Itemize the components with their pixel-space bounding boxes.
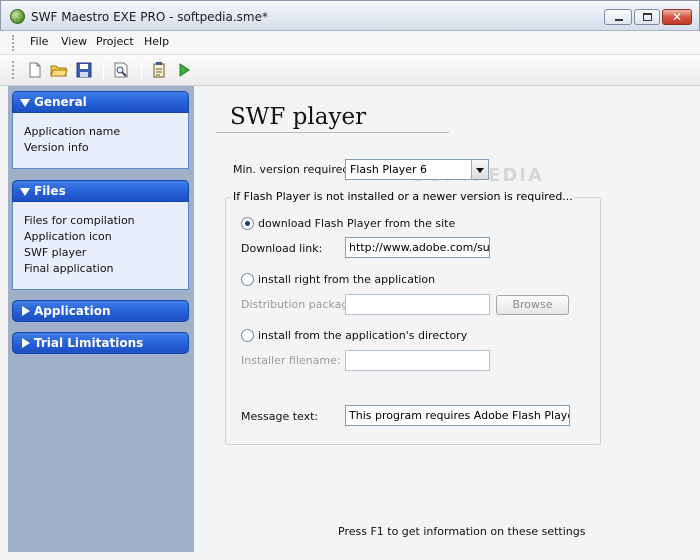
page-title: SWF player [230, 104, 367, 130]
min-version-select[interactable]: Flash Player 6 [345, 159, 489, 180]
panel-header-application[interactable]: Application [12, 300, 189, 322]
menu-file[interactable]: File [30, 35, 48, 48]
message-text-input[interactable]: This program requires Adobe Flash Player… [345, 405, 570, 426]
new-icon[interactable] [26, 61, 44, 79]
chevron-down-icon [20, 99, 30, 107]
min-version-value: Flash Player 6 [350, 163, 428, 176]
group-caption: If Flash Player is not installed or a ne… [231, 190, 575, 203]
title-divider [216, 132, 449, 133]
panel-title: Application [34, 304, 111, 318]
panel-header-general[interactable]: General [12, 91, 189, 113]
sidebar-item-files-for-compilation[interactable]: Files for compilation [24, 214, 135, 227]
browse-button[interactable]: Browse [496, 295, 569, 315]
panel-body-files: Files for compilation Application icon S… [12, 202, 189, 290]
print-preview-icon[interactable] [112, 61, 130, 79]
run-icon[interactable] [175, 61, 193, 79]
download-link-input[interactable]: http://www.adobe.com/supp [345, 237, 490, 258]
menubar-grip [12, 35, 15, 51]
maximize-icon [643, 13, 652, 21]
chevron-right-icon [22, 306, 30, 316]
app-icon [10, 9, 25, 24]
sidebar-item-application-name[interactable]: Application name [24, 125, 120, 138]
open-folder-icon[interactable] [50, 61, 68, 79]
sidebar-item-final-application[interactable]: Final application [24, 262, 114, 275]
sidebar: General Application name Version info Fi… [8, 86, 194, 552]
panel-title: Trial Limitations [34, 336, 144, 350]
close-icon: ✕ [672, 10, 683, 24]
minimize-icon [615, 19, 623, 21]
menu-project[interactable]: Project [96, 35, 134, 48]
radio-download-from-site[interactable] [241, 217, 254, 230]
toolbar [0, 55, 700, 86]
toolbar-separator [141, 60, 142, 80]
download-link-label: Download link: [241, 242, 323, 255]
download-link-value: http://www.adobe.com/supp [349, 241, 490, 254]
help-hint: Press F1 to get information on these set… [338, 525, 586, 538]
panel-header-files[interactable]: Files [12, 180, 189, 202]
toolbar-grip [12, 61, 15, 79]
radio-download-label[interactable]: download Flash Player from the site [258, 217, 455, 230]
menu-view[interactable]: View [61, 35, 87, 48]
radio-install-from-application[interactable] [241, 273, 254, 286]
toolbar-separator [103, 60, 104, 80]
radio-install-app-label[interactable]: install right from the application [258, 273, 435, 286]
panel-title: Files [34, 184, 66, 198]
minimize-button[interactable] [604, 9, 632, 25]
sidebar-item-version-info[interactable]: Version info [24, 141, 89, 154]
menu-help[interactable]: Help [144, 35, 169, 48]
maximize-button[interactable] [634, 9, 660, 25]
menu-bar: File View Project Help [0, 31, 700, 55]
installer-filename-input[interactable] [345, 350, 490, 371]
close-button[interactable]: ✕ [662, 9, 692, 25]
window-title: SWF Maestro EXE PRO - softpedia.sme* [31, 10, 269, 24]
message-text-label: Message text: [241, 410, 319, 423]
min-version-label: Min. version required: [233, 163, 354, 176]
sidebar-item-application-icon[interactable]: Application icon [24, 230, 112, 243]
sidebar-item-swf-player[interactable]: SWF player [24, 246, 86, 259]
installer-filename-label: Installer filename: [241, 354, 341, 367]
chevron-right-icon [22, 338, 30, 348]
panel-title: General [34, 95, 87, 109]
save-icon[interactable] [75, 61, 93, 79]
radio-install-dir-label[interactable]: install from the application's directory [258, 329, 467, 342]
panel-body-general: Application name Version info [12, 113, 189, 169]
distribution-package-input[interactable] [345, 294, 490, 315]
message-text-value: This program requires Adobe Flash Player… [349, 409, 569, 422]
project-icon[interactable] [150, 61, 168, 79]
radio-install-from-directory[interactable] [241, 329, 254, 342]
panel-header-trial-limitations[interactable]: Trial Limitations [12, 332, 189, 354]
chevron-down-icon[interactable] [471, 160, 488, 179]
chevron-down-icon [20, 188, 30, 196]
title-bar[interactable]: SWF Maestro EXE PRO - softpedia.sme* ✕ [0, 0, 700, 31]
settings-content: SWF player SOFTPEDIA Min. version requir… [194, 86, 700, 552]
distribution-package-label: Distribution package: [241, 298, 359, 311]
